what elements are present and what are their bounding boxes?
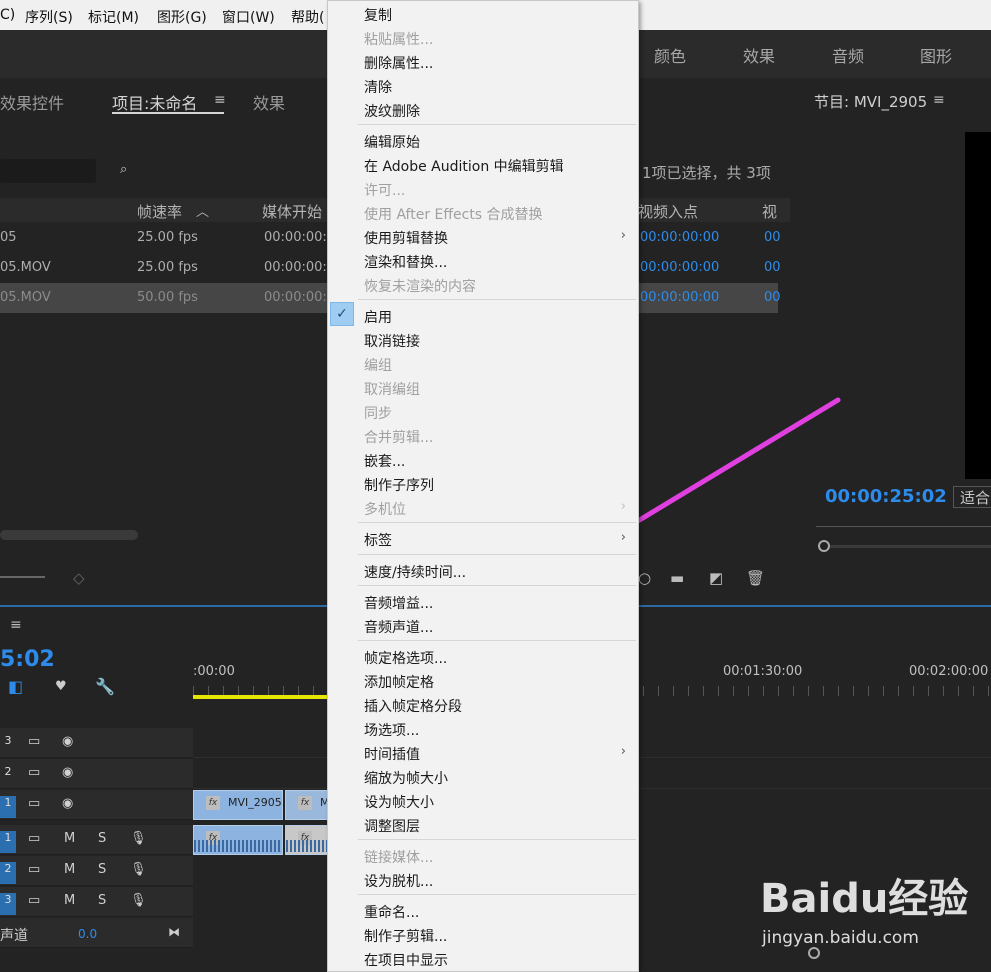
baidu-watermark: Baidu经验 bbox=[760, 876, 969, 922]
menu-item-audio-channels[interactable]: 音频声道... bbox=[364, 617, 433, 637]
menu-item-synchronize: 同步 bbox=[364, 406, 392, 422]
watermark-url: jingyan.baidu.com bbox=[762, 928, 919, 948]
menu-item-copy[interactable]: 复制 bbox=[364, 5, 392, 25]
menu-item-make-offline[interactable]: 设为脱机... bbox=[364, 871, 433, 891]
menu-item-group: 编组 bbox=[364, 358, 392, 374]
menu-item-insert-frame-hold-segment[interactable]: 插入帧定格分段 bbox=[364, 696, 462, 716]
checkmark-icon: ✓ bbox=[330, 302, 354, 326]
submenu-arrow-icon: › bbox=[620, 228, 626, 243]
menu-item-paste-attributes: 粘贴属性... bbox=[364, 32, 434, 48]
menu-item-make-subclip[interactable]: 制作子剪辑... bbox=[364, 926, 447, 946]
menu-item-reveal-in-project[interactable]: 在项目中显示 bbox=[364, 950, 448, 970]
menu-separator bbox=[358, 839, 636, 840]
submenu-arrow-icon: › bbox=[620, 499, 626, 514]
submenu-arrow-icon: › bbox=[620, 530, 626, 545]
menu-separator bbox=[358, 124, 636, 125]
menu-separator bbox=[358, 299, 636, 300]
menu-item-adjustment-layer[interactable]: 调整图层 bbox=[364, 816, 420, 836]
menu-item-multi-camera: 多机位 bbox=[364, 502, 406, 518]
menu-item-nest[interactable]: 嵌套... bbox=[364, 451, 405, 471]
menu-item-edit-original[interactable]: 编辑原始 bbox=[364, 132, 420, 152]
menu-item-merge-clips: 合并剪辑... bbox=[364, 430, 434, 446]
menu-item-frame-hold-options[interactable]: 帧定格选项... bbox=[364, 648, 447, 668]
menu-item-time-interpolation[interactable]: 时间插值 bbox=[364, 744, 420, 764]
menu-item-rename[interactable]: 重命名... bbox=[364, 902, 419, 922]
menu-item-field-options[interactable]: 场选项... bbox=[364, 720, 419, 740]
menu-item-clear[interactable]: 清除 bbox=[364, 77, 392, 97]
menu-item-license: 许可... bbox=[364, 183, 406, 199]
menu-item-make-subsequence[interactable]: 制作子序列 bbox=[364, 475, 434, 495]
menu-item-render-and-replace[interactable]: 渲染和替换... bbox=[364, 252, 447, 272]
menu-item-enable[interactable]: 启用 bbox=[364, 307, 392, 327]
menu-item-speed-duration[interactable]: 速度/持续时间... bbox=[364, 562, 466, 582]
menu-item-label[interactable]: 标签 bbox=[364, 530, 392, 550]
menu-item-remove-attributes[interactable]: 删除属性... bbox=[364, 53, 433, 73]
menu-item-restore-unrendered: 恢复未渲染的内容 bbox=[364, 279, 476, 295]
menu-item-scale-to-frame-size[interactable]: 缩放为帧大小 bbox=[364, 768, 448, 788]
context-menu: 复制粘贴属性... 删除属性... 清除波纹删除编辑原始在 Adobe Auditi… bbox=[327, 0, 639, 972]
menu-separator bbox=[358, 554, 636, 555]
menu-separator bbox=[358, 585, 636, 586]
menu-separator bbox=[358, 894, 636, 895]
menu-item-audio-gain[interactable]: 音频增益... bbox=[364, 593, 433, 613]
menu-separator bbox=[358, 640, 636, 641]
menu-separator bbox=[358, 522, 636, 523]
menu-item-unlink[interactable]: 取消链接 bbox=[364, 331, 420, 351]
submenu-arrow-icon: › bbox=[620, 744, 626, 759]
menu-item-ungroup: 取消编组 bbox=[364, 382, 420, 398]
menu-item-set-to-frame-size[interactable]: 设为帧大小 bbox=[364, 792, 434, 812]
menu-item-edit-in-audition[interactable]: 在 Adobe Audition 中编辑剪辑 bbox=[364, 156, 564, 176]
menu-item-link-media: 链接媒体... bbox=[364, 850, 434, 866]
menu-item-ripple-delete[interactable]: 波纹删除 bbox=[364, 101, 420, 121]
menu-item-add-frame-hold[interactable]: 添加帧定格 bbox=[364, 672, 434, 692]
menu-item-replace-with-ae: 使用 After Effects 合成替换 bbox=[364, 207, 543, 223]
menu-item-replace-with-clip[interactable]: 使用剪辑替换 bbox=[364, 228, 448, 248]
